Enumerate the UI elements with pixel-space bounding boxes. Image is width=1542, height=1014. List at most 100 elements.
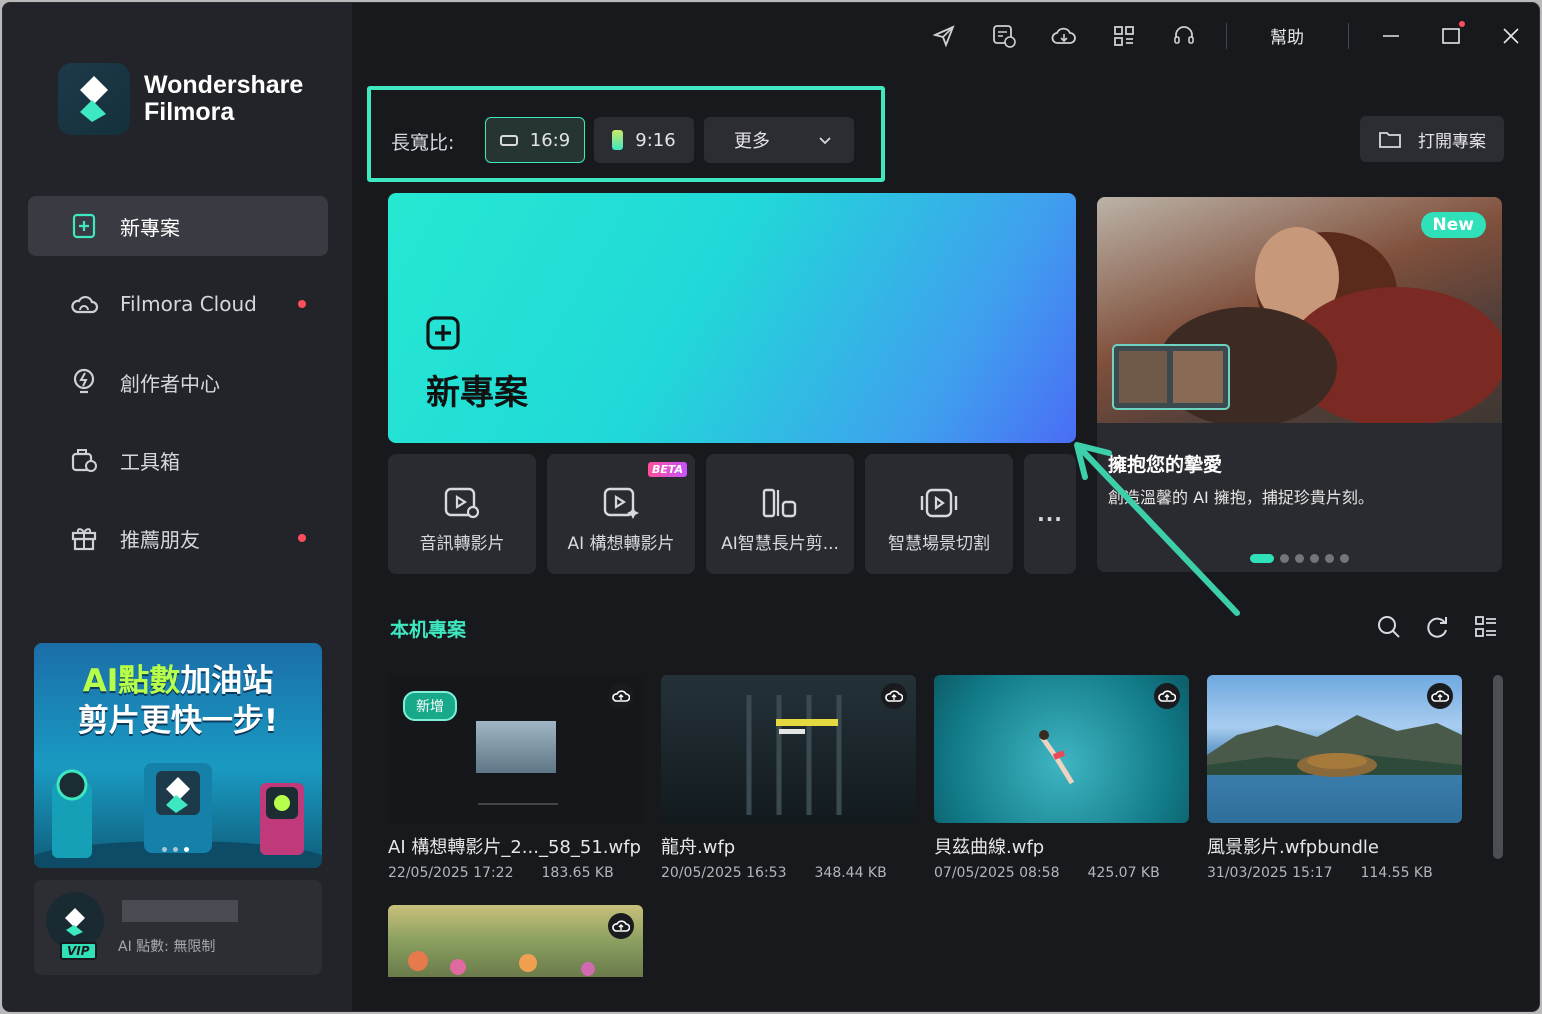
project-card[interactable]: 貝茲曲線.wfp 07/05/2025 08:58 425.07 KB [934,675,1189,881]
cloud-upload-icon[interactable] [608,683,634,709]
cloud-icon [68,288,100,320]
toolbar-divider [1348,23,1349,49]
smart-cut-icon [762,488,797,518]
project-date: 20/05/2025 16:53 [661,865,787,881]
sidebar-nav: 新專案 Filmora Cloud 創作者中心 工具箱 推薦朋友 [28,196,328,586]
brand-line2: Filmora [144,98,235,126]
landscape-ratio-icon [499,134,518,146]
more-ratios-dropdown[interactable]: 更多 [704,117,854,163]
annotation-arrow-icon [1074,442,1240,616]
folder-icon [1379,132,1401,148]
new-tag: 新增 [403,691,457,721]
tool-ai-long-video-cut[interactable]: AI智慧長片剪... [706,454,854,574]
promo-pager [162,847,189,852]
cloud-upload-icon[interactable] [1427,683,1453,709]
project-date: 22/05/2025 17:22 [388,865,514,881]
promo-banner[interactable]: AI點數加油站 剪片更快一步! [34,643,322,868]
carousel-pager[interactable] [1250,554,1349,563]
help-menu[interactable]: 幫助 [1270,23,1304,48]
scene-split-icon [920,488,958,518]
chevron-down-icon [819,137,831,145]
project-size: 348.44 KB [814,865,887,881]
toolbar-divider [1226,23,1227,49]
project-name: 貝茲曲線.wfp [934,837,1045,858]
project-thumbnail: 新增 [388,675,643,823]
tool-audio-to-video[interactable]: 音訊轉影片 [388,454,536,574]
headset-icon[interactable] [1171,23,1197,49]
sidebar-item-label: 新專案 [120,215,180,240]
app-window: Wondershare Filmora 新專案 Filmora Cloud 創作… [2,2,1540,1012]
maximize-icon[interactable] [1438,23,1464,49]
aspect-ratio-label: 長寬比: [391,132,455,154]
project-card[interactable]: 龍舟.wfp 20/05/2025 16:53 348.44 KB [661,675,916,881]
portrait-ratio-icon [612,130,624,150]
sidebar-item-label: 工具箱 [120,449,180,474]
scrollbar[interactable] [1493,675,1503,859]
cloud-upload-icon[interactable] [1154,683,1180,709]
feature-image: New [1097,197,1502,427]
minimize-icon[interactable] [1378,23,1404,49]
project-size: 114.55 KB [1360,865,1433,881]
ratio-16-9-button[interactable]: 16:9 [485,117,585,163]
vip-badge: VIP [60,942,97,960]
search-icon[interactable] [1377,615,1401,639]
toolbox-icon [68,444,100,476]
project-thumbnail [934,675,1189,823]
project-card[interactable]: 風景影片.wfpbundle 31/03/2025 15:17 114.55 KB [1207,675,1462,881]
cloud-sync-icon[interactable] [1051,23,1077,49]
cloud-upload-icon[interactable] [881,683,907,709]
ai-credits-text: AI 點數: 無限制 [118,939,216,955]
sidebar-item-creator-hub[interactable]: 創作者中心 [28,352,328,412]
task-icon[interactable] [991,23,1017,49]
close-icon[interactable] [1498,23,1524,49]
tool-scene-detection[interactable]: 智慧場景切割 [865,454,1013,574]
add-project-icon [426,316,460,350]
title-bar: 幫助 [352,3,1539,69]
project-name: 龍舟.wfp [661,837,736,858]
sidebar-item-label: 推薦朋友 [120,527,200,552]
project-card[interactable] [388,905,643,977]
project-thumbnail [388,905,643,977]
project-size: 425.07 KB [1087,865,1160,881]
sidebar-item-label: Filmora Cloud [120,292,257,316]
filmora-logo-icon [58,63,130,135]
sidebar-item-new-project[interactable]: 新專案 [28,196,328,256]
new-badge: New [1420,212,1486,238]
new-project-title: 新專案 [426,373,528,413]
project-thumbnail [1207,675,1462,823]
local-projects-title: 本机專案 [390,619,467,641]
account-card[interactable]: VIP AI 點數: 無限制 [34,880,322,975]
aspect-ratio-selector: 長寬比: 16:9 9:16 更多 [367,86,885,182]
list-view-icon[interactable] [1474,615,1498,639]
refresh-icon[interactable] [1425,615,1449,639]
project-card[interactable]: 新增 AI 構想轉影片_2..._58_51.wfp 22/05/2025 17… [388,675,643,881]
ratio-9-16-button[interactable]: 9:16 [594,117,694,163]
send-icon[interactable] [931,23,957,49]
update-dot [1459,21,1465,27]
project-date: 07/05/2025 08:58 [934,865,1060,881]
sidebar-item-label: 創作者中心 [120,371,220,396]
account-name-redacted [122,900,238,922]
ai-video-icon [603,487,639,519]
apps-icon[interactable] [1111,23,1137,49]
project-date: 31/03/2025 15:17 [1207,865,1333,881]
project-name: AI 構想轉影片_2..._58_51.wfp [388,837,641,858]
notification-dot [298,300,306,308]
brand-line1: Wondershare [144,71,304,99]
new-project-card[interactable]: 新專案 [388,193,1076,443]
sidebar-item-filmora-cloud[interactable]: Filmora Cloud [28,274,328,334]
app-logo: Wondershare Filmora [58,63,303,135]
sidebar: Wondershare Filmora 新專案 Filmora Cloud 創作… [3,3,352,1011]
cloud-upload-icon[interactable] [608,913,634,939]
new-project-icon [68,210,100,242]
promo-title: AI點數加油站 剪片更快一步! [77,663,279,739]
project-thumbnail [661,675,916,823]
audio-video-icon [444,487,480,519]
sidebar-item-refer-friends[interactable]: 推薦朋友 [28,508,328,568]
notification-dot [298,534,306,542]
sidebar-item-toolbox[interactable]: 工具箱 [28,430,328,490]
gift-icon [68,522,100,554]
tool-ai-idea-to-video[interactable]: BETA AI 構想轉影片 [547,454,695,574]
project-size: 183.65 KB [541,865,614,881]
open-project-button[interactable]: 打開專案 [1360,116,1504,162]
